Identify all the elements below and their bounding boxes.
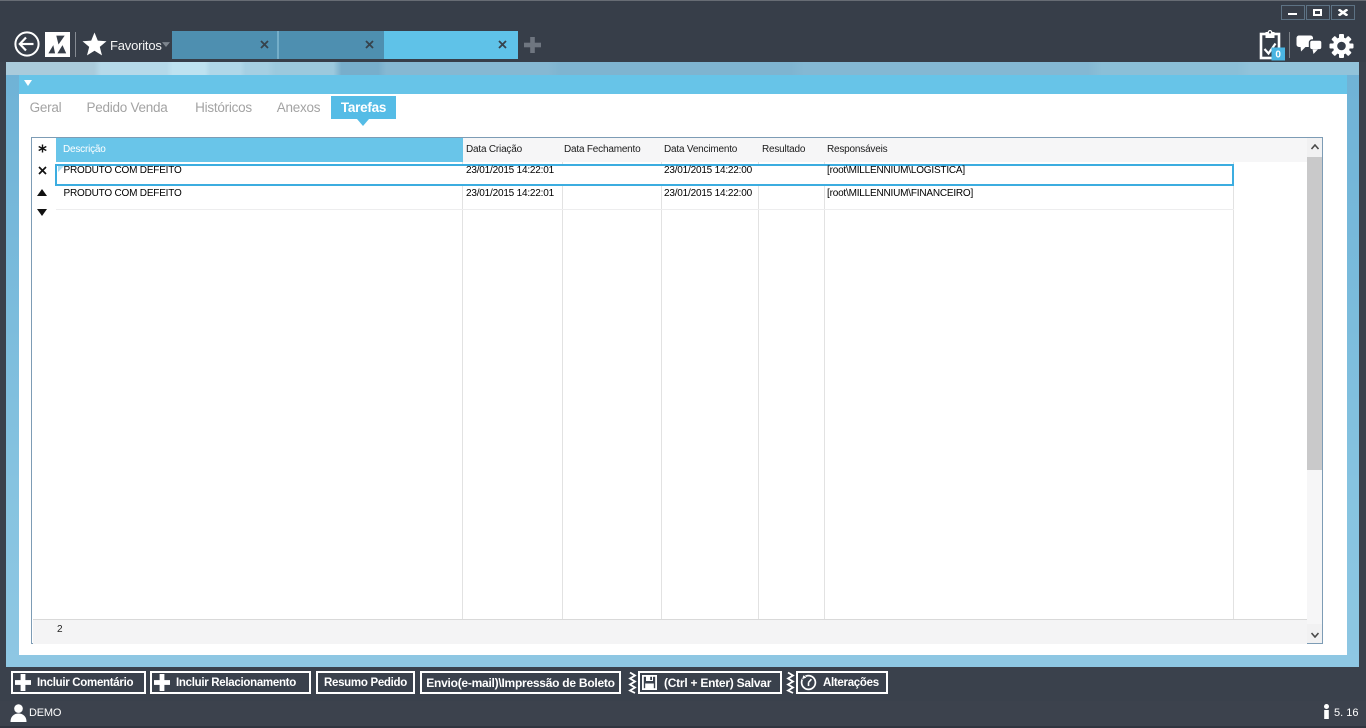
svg-text:0: 0 (1275, 50, 1281, 61)
